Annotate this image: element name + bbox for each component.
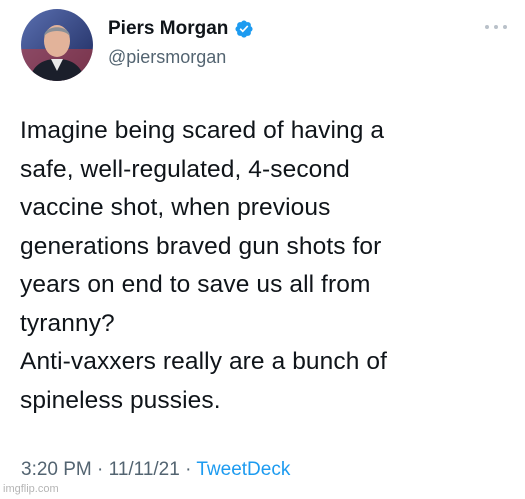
- profile-photo-icon: [21, 9, 93, 81]
- tweet-line: spineless pussies.: [20, 386, 221, 414]
- tweet-time[interactable]: 3:20 PM: [21, 459, 92, 480]
- tweet-meta: 3:20 PM · 11/11/21 · TweetDeck: [21, 459, 290, 481]
- tweet-line: vaccine shot, when previous: [20, 194, 331, 221]
- tweet-date[interactable]: 11/11/21: [109, 459, 180, 480]
- tweet-source-link[interactable]: TweetDeck: [196, 459, 290, 480]
- handle[interactable]: @piersmorgan: [108, 47, 226, 68]
- tweet-line: tyranny?: [20, 309, 115, 337]
- author-row: Piers Morgan: [108, 16, 254, 42]
- tweet-text: Imagine being scared of having a safe, w…: [20, 112, 515, 420]
- more-options-icon[interactable]: [485, 22, 507, 32]
- avatar[interactable]: [21, 9, 93, 81]
- meta-separator: ·: [97, 459, 109, 480]
- tweet-line: safe, well-regulated, 4-second: [20, 155, 350, 183]
- verified-badge-icon: [234, 19, 254, 39]
- tweet-line: years on end to save us all from: [20, 271, 371, 298]
- display-name[interactable]: Piers Morgan: [108, 18, 228, 40]
- meta-separator: ·: [185, 459, 197, 480]
- tweet-line: Imagine being scared of having a: [20, 117, 385, 144]
- watermark: imgflip.com: [3, 483, 59, 495]
- tweet-card: Piers Morgan @piersmorgan Imagine being …: [0, 0, 525, 499]
- tweet-line: generations braved gun shots for: [20, 232, 382, 260]
- tweet-line: Anti-vaxxers really are a bunch of: [20, 348, 387, 375]
